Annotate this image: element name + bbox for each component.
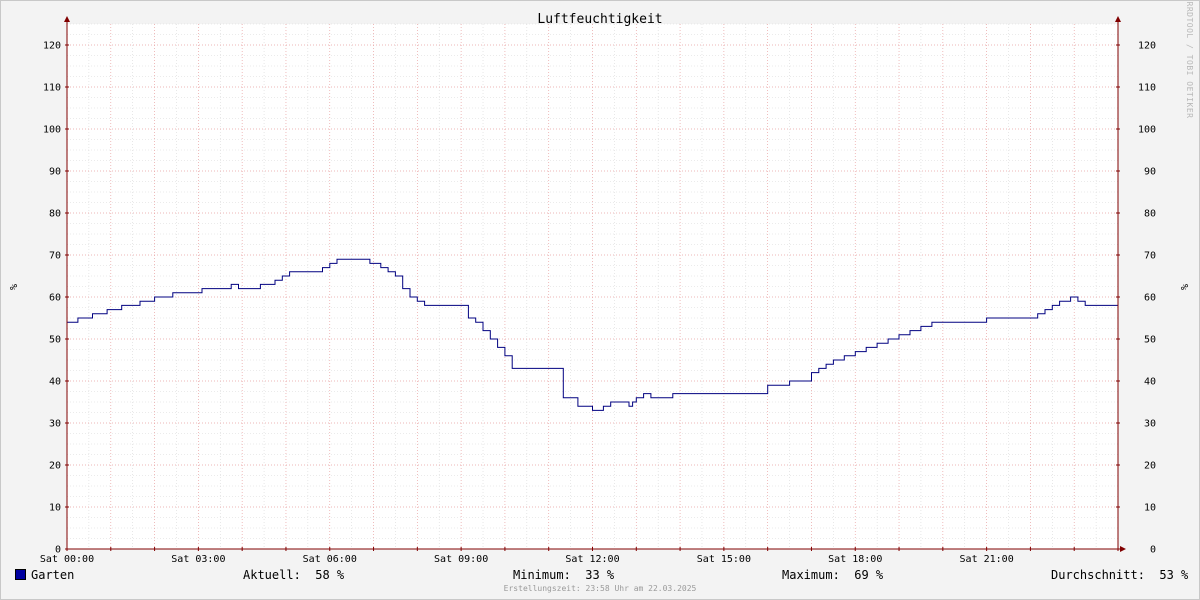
x-axis-arrow [1120, 546, 1126, 552]
legend-minimum: Minimum: 33 % [513, 568, 614, 582]
legend-current: Aktuell: 58 % [243, 568, 344, 582]
x-tick-label: Sat 12:00 [565, 554, 619, 565]
legend-swatch [15, 569, 26, 580]
y-axis-left-arrow [64, 16, 70, 22]
legend-current-label: Aktuell: [243, 568, 301, 582]
y-tick-label-left: 20 [49, 461, 61, 472]
legend-series: Garten [15, 568, 74, 582]
legend-max-label: Maximum: [782, 568, 840, 582]
x-axis-ticks: Sat 00:00 Sat 03:00 Sat 06:00 Sat 09:00 Sat … [40, 554, 1014, 565]
y-tick-label-right: 20 [1144, 461, 1156, 472]
y-tick-label-left: 50 [49, 335, 61, 346]
creation-time-footer: Erstellungszeit: 23:58 Uhr am 22.03.2025 [503, 584, 697, 593]
legend-min-label: Minimum: [513, 568, 571, 582]
y-tick-label-left: 70 [49, 251, 61, 262]
y-tick-label-left: 30 [49, 419, 61, 430]
legend-min-value: 33 % [585, 568, 615, 582]
y-axis-right-arrow [1115, 16, 1121, 22]
y-tick-label-left: 90 [49, 167, 61, 178]
chart-title: Luftfeuchtigkeit [537, 12, 662, 27]
y-tick-label-left: 80 [49, 209, 61, 220]
y-tick-label-left: 110 [43, 83, 61, 94]
legend-avg-value: 53 % [1159, 568, 1189, 582]
y-tick-label-left: 10 [49, 503, 61, 514]
legend-average: Durchschnitt: 53 % [1051, 568, 1188, 582]
x-tick-label: Sat 06:00 [303, 554, 357, 565]
x-tick-label: Sat 15:00 [697, 554, 751, 565]
y-tick-label-left: 40 [49, 377, 61, 388]
legend-series-name: Garten [31, 568, 75, 582]
y-axis-label-left: % [7, 284, 18, 290]
y-tick-label-left: 100 [43, 125, 61, 136]
y-tick-label-right: 50 [1144, 335, 1156, 346]
y-tick-label-right: 40 [1144, 377, 1156, 388]
legend-avg-label: Durchschnitt: [1051, 568, 1145, 582]
y-tick-label-right: 100 [1138, 125, 1156, 136]
x-tick-label: Sat 21:00 [960, 554, 1014, 565]
y-tick-label-right: 0 [1150, 545, 1156, 556]
legend-current-value: 58 % [315, 568, 345, 582]
legend-max-value: 69 % [854, 568, 884, 582]
legend-maximum: Maximum: 69 % [782, 568, 883, 582]
y-tick-label-right: 70 [1144, 251, 1156, 262]
rrdtool-watermark: RRDTOOL / TOBI OETIKER [1185, 2, 1194, 119]
y-axis-right-ticks: 0 10 20 30 40 50 60 70 80 90 100 110 120 [1138, 41, 1156, 556]
y-tick-label-right: 30 [1144, 419, 1156, 430]
y-tick-label-right: 60 [1144, 293, 1156, 304]
y-tick-label-left: 60 [49, 293, 61, 304]
y-tick-label-right: 10 [1144, 503, 1156, 514]
y-axis-label-right: % [1178, 284, 1189, 290]
chart-canvas: 0 10 20 30 40 50 60 70 80 90 100 110 120 0 10 20 30 40 50… [7, 2, 1194, 565]
y-tick-label-right: 90 [1144, 167, 1156, 178]
x-tick-label: Sat 03:00 [171, 554, 225, 565]
y-axis-left-ticks: 0102030405060708090100110120 [43, 41, 61, 556]
x-tick-label: Sat 09:00 [434, 554, 488, 565]
x-tick-label: Sat 00:00 [40, 554, 94, 565]
y-tick-label-right: 110 [1138, 83, 1156, 94]
y-tick-label-right: 120 [1138, 41, 1156, 52]
y-tick-label-left: 120 [43, 41, 61, 52]
x-tick-label: Sat 18:00 [828, 554, 882, 565]
y-tick-label-right: 80 [1144, 209, 1156, 220]
